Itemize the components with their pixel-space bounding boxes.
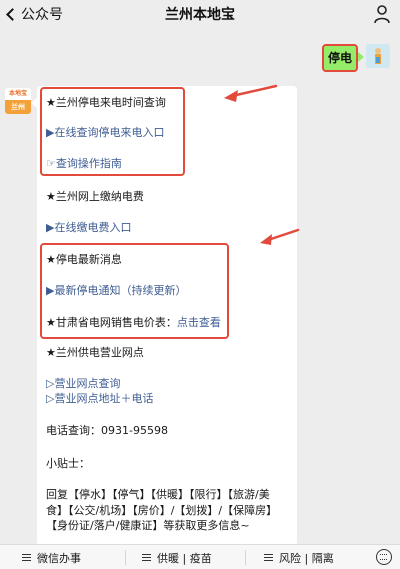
outgoing-message[interactable]: 停电 (322, 44, 358, 72)
avatar-logo-text: 本地宝 (8, 90, 27, 97)
user-icon[interactable] (372, 4, 392, 24)
avatar-city-text: 兰州 (5, 100, 31, 114)
link-outlet-query[interactable]: ▷营业网点查询 (46, 377, 120, 391)
tips-line-3: 【身份证/落户/健康证】等获取更多信息~ (46, 519, 250, 532)
my-avatar-image (366, 44, 390, 68)
annotation-arrow-1 (224, 84, 278, 102)
tab-divider (245, 550, 246, 565)
menu-tab-risk[interactable]: 风险 | 隔离 (264, 545, 334, 569)
menu-tab-services[interactable]: 微信办事 (22, 545, 81, 569)
menu-tab-label: 风险 | 隔离 (279, 551, 334, 565)
keyboard-icon[interactable] (376, 549, 392, 565)
official-account-avatar[interactable]: 本地宝 兰州 (5, 88, 31, 114)
my-avatar[interactable] (366, 44, 390, 68)
page-title: 兰州本地宝 (165, 7, 235, 23)
phone-query: 电话查询：0931-95598 (46, 424, 168, 437)
tab-divider (125, 550, 126, 565)
link-outlet-address[interactable]: ▷营业网点地址＋电话 (46, 392, 153, 406)
navbar: 公众号 兰州本地宝 (0, 0, 400, 28)
tips-line-2: 食】【公交/机场】【房价】/【划拨】/【保障房】 (46, 504, 278, 517)
menu-icon (264, 554, 273, 561)
heading-service-outlets: ★兰州供电营业网点 (46, 346, 144, 359)
bottom-menu: 微信办事 供暖 | 疫苗 风险 | 隔离 (0, 544, 400, 569)
menu-icon (22, 554, 31, 561)
menu-tab-label: 微信办事 (37, 551, 81, 565)
highlight-box-query (40, 87, 185, 176)
menu-icon (142, 554, 151, 561)
heading-pay-bill: ★兰州网上缴纳电费 (46, 190, 144, 203)
highlight-box-news (40, 243, 229, 339)
outgoing-bubble-tail (358, 52, 364, 62)
annotation-arrow-2 (260, 228, 300, 245)
menu-tab-label: 供暖 | 疫苗 (157, 551, 212, 565)
tips-heading: 小贴士： (46, 457, 90, 470)
menu-tab-heating[interactable]: 供暖 | 疫苗 (142, 545, 212, 569)
tips-line-1: 回复【停水】【停气】【供暖】【限行】【旅游/美 (46, 488, 270, 501)
link-pay-bill[interactable]: ▶在线缴电费入口 (46, 221, 131, 235)
